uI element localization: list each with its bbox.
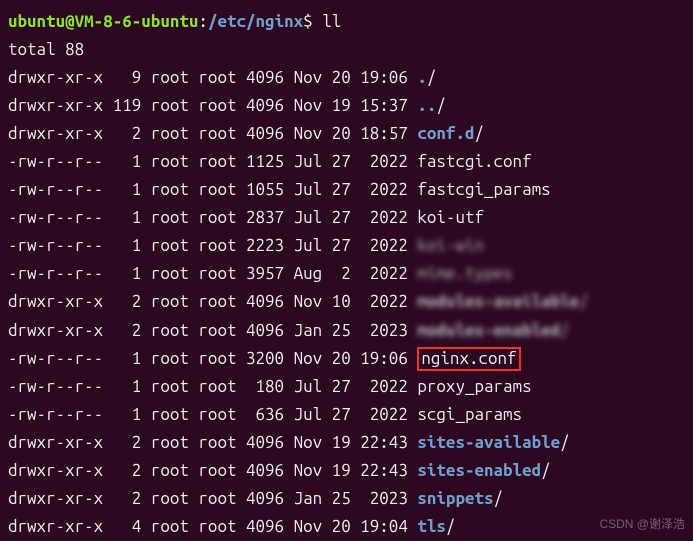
listing-meta: -rw-r--r-- 1 root root 3957 Aug 2 2022: [8, 264, 417, 283]
listing-row: -rw-r--r-- 1 root root 636 Jul 27 2022 s…: [8, 401, 685, 429]
file-name: tls: [417, 517, 446, 536]
file-name: sites-enabled: [417, 461, 541, 480]
terminal[interactable]: ubuntu@VM-8-6-ubuntu:/etc/nginx$ ll total…: [8, 8, 685, 541]
file-name: sites-available: [417, 433, 560, 452]
listing-row: -rw-r--r-- 1 root root 3957 Aug 2 2022 m…: [8, 260, 685, 288]
listing-row: -rw-r--r-- 1 root root 1125 Jul 27 2022 …: [8, 148, 685, 176]
file-name: modules-enabled: [417, 321, 560, 340]
file-name: ..: [417, 96, 436, 115]
file-name: scgi_params: [417, 405, 522, 424]
listing-row: -rw-r--r-- 1 root root 2837 Jul 27 2022 …: [8, 204, 685, 232]
dir-slash: /: [560, 321, 570, 340]
dir-slash: /: [436, 96, 446, 115]
listing-meta: drwxr-xr-x 4 root root 4096 Nov 20 19:04: [8, 517, 417, 536]
listing-row: drwxr-xr-x 4 root root 4096 Nov 20 19:04…: [8, 513, 685, 541]
listing-row: -rw-r--r-- 1 root root 2223 Jul 27 2022 …: [8, 232, 685, 260]
listing-meta: -rw-r--r-- 1 root root 2223 Jul 27 2022: [8, 236, 417, 255]
listing-meta: -rw-r--r-- 1 root root 1125 Jul 27 2022: [8, 152, 417, 171]
file-name: mime.types: [417, 264, 512, 283]
prompt-line: ubuntu@VM-8-6-ubuntu:/etc/nginx$ ll: [8, 8, 685, 36]
file-name: nginx.conf: [421, 349, 516, 368]
command-text[interactable]: ll: [322, 12, 341, 31]
highlight-box: nginx.conf: [417, 347, 520, 371]
listing-meta: -rw-r--r-- 1 root root 636 Jul 27 2022: [8, 405, 417, 424]
file-name: koi-win: [417, 236, 484, 255]
listing-row: drwxr-xr-x 2 root root 4096 Nov 10 2022 …: [8, 288, 685, 316]
dir-slash: /: [579, 292, 589, 311]
dir-slash: /: [427, 68, 437, 87]
total-line: total 88: [8, 36, 685, 64]
dir-slash: /: [446, 517, 456, 536]
listing-row: drwxr-xr-x 2 root root 4096 Jan 25 2023 …: [8, 485, 685, 513]
prompt-path: /etc/nginx: [208, 12, 303, 31]
listing-meta: -rw-r--r-- 1 root root 3200 Nov 20 19:06: [8, 349, 417, 368]
listing-row: drwxr-xr-x 9 root root 4096 Nov 20 19:06…: [8, 64, 685, 92]
file-name: conf.d: [417, 124, 474, 143]
listing-meta: -rw-r--r-- 1 root root 2837 Jul 27 2022: [8, 208, 417, 227]
listing-meta: drwxr-xr-x 2 root root 4096 Nov 10 2022: [8, 292, 417, 311]
file-name: modules-available: [417, 292, 579, 311]
file-name: .: [417, 68, 427, 87]
file-name: snippets: [417, 489, 493, 508]
listing-meta: drwxr-xr-x 9 root root 4096 Nov 20 19:06: [8, 68, 417, 87]
listing-meta: drwxr-xr-x 119 root root 4096 Nov 19 15:…: [8, 96, 417, 115]
dir-slash: /: [494, 489, 504, 508]
dir-slash: /: [474, 124, 484, 143]
dir-slash: /: [541, 461, 551, 480]
listing-meta: drwxr-xr-x 2 root root 4096 Jan 25 2023: [8, 489, 417, 508]
listing-meta: -rw-r--r-- 1 root root 1055 Jul 27 2022: [8, 180, 417, 199]
listing-row: drwxr-xr-x 2 root root 4096 Nov 19 22:43…: [8, 457, 685, 485]
listing-row: -rw-r--r-- 1 root root 1055 Jul 27 2022 …: [8, 176, 685, 204]
listing-meta: drwxr-xr-x 2 root root 4096 Nov 19 22:43: [8, 433, 417, 452]
file-name: fastcgi.conf: [417, 152, 531, 171]
file-name: koi-utf: [417, 208, 484, 227]
listing-row: -rw-r--r-- 1 root root 3200 Nov 20 19:06…: [8, 345, 685, 373]
prompt-sep: :: [198, 12, 208, 31]
listing-row: drwxr-xr-x 2 root root 4096 Nov 19 22:43…: [8, 429, 685, 457]
dir-slash: /: [560, 433, 570, 452]
listing-meta: drwxr-xr-x 2 root root 4096 Nov 20 18:57: [8, 124, 417, 143]
listing-meta: drwxr-xr-x 2 root root 4096 Jan 25 2023: [8, 321, 417, 340]
file-name: proxy_params: [417, 377, 531, 396]
listing-meta: -rw-r--r-- 1 root root 180 Jul 27 2022: [8, 377, 417, 396]
listing-row: -rw-r--r-- 1 root root 180 Jul 27 2022 p…: [8, 373, 685, 401]
listing-row: drwxr-xr-x 119 root root 4096 Nov 19 15:…: [8, 92, 685, 120]
listing-meta: drwxr-xr-x 2 root root 4096 Nov 19 22:43: [8, 461, 417, 480]
prompt-sep2: $: [303, 12, 322, 31]
file-name: fastcgi_params: [417, 180, 550, 199]
listing-row: drwxr-xr-x 2 root root 4096 Jan 25 2023 …: [8, 317, 685, 345]
listing-row: drwxr-xr-x 2 root root 4096 Nov 20 18:57…: [8, 120, 685, 148]
total-text: total 88: [8, 40, 84, 59]
prompt-user: ubuntu@VM-8-6-ubuntu: [8, 12, 198, 31]
